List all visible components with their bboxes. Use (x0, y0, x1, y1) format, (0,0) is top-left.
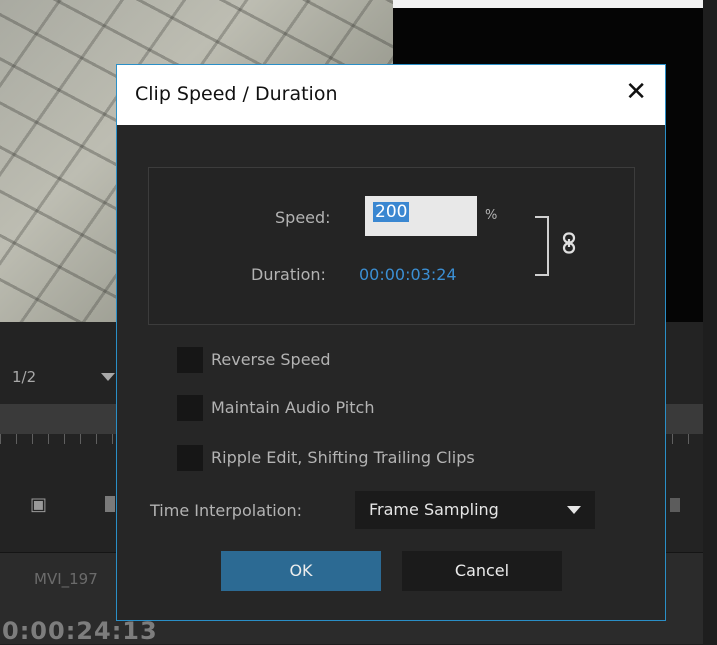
dialog-titlebar[interactable]: Clip Speed / Duration ✕ (117, 65, 665, 125)
speed-value[interactable]: 200 (373, 202, 410, 222)
clip-speed-duration-dialog: Clip Speed / Duration ✕ Speed: 200 % Dur… (116, 64, 666, 621)
reverse-speed-label: Reverse Speed (211, 350, 331, 369)
duration-label: Duration: (251, 265, 326, 284)
close-icon[interactable]: ✕ (625, 77, 647, 107)
export-frame-icon[interactable]: ▣ (30, 494, 47, 515)
time-interpolation-label: Time Interpolation: (150, 501, 303, 520)
right-strip (703, 0, 717, 643)
duration-value[interactable]: 00:00:03:24 (359, 265, 457, 284)
ripple-edit-checkbox[interactable] (177, 445, 203, 471)
maintain-audio-pitch-label: Maintain Audio Pitch (211, 398, 375, 417)
reverse-speed-checkbox[interactable] (177, 347, 203, 373)
zoom-level-select[interactable]: 1/2 (12, 368, 36, 386)
dialog-title: Clip Speed / Duration (135, 83, 338, 105)
speed-duration-panel: Speed: 200 % Duration: 00:00:03:24 (148, 167, 635, 325)
ok-button[interactable]: OK (221, 551, 381, 591)
cancel-button[interactable]: Cancel (402, 551, 562, 591)
chain-link-icon[interactable] (562, 232, 576, 258)
chevron-down-icon[interactable] (101, 373, 115, 381)
ripple-edit-label: Ripple Edit, Shifting Trailing Clips (211, 448, 475, 467)
time-interpolation-select[interactable]: Frame Sampling (355, 491, 595, 529)
window-edge (393, 0, 717, 8)
timeline-timecode[interactable]: 0:00:24:13 (2, 617, 158, 645)
time-interpolation-value: Frame Sampling (369, 500, 499, 519)
speed-input[interactable]: 200 (365, 196, 477, 236)
clip-name: MVI_197 (34, 570, 98, 588)
maintain-audio-pitch-checkbox[interactable] (177, 395, 203, 421)
chevron-down-icon (567, 506, 581, 514)
speed-label: Speed: (275, 208, 331, 227)
link-bracket (535, 216, 549, 276)
button-icon[interactable] (670, 498, 680, 512)
marker-icon[interactable] (105, 496, 115, 512)
speed-unit: % (485, 208, 498, 223)
